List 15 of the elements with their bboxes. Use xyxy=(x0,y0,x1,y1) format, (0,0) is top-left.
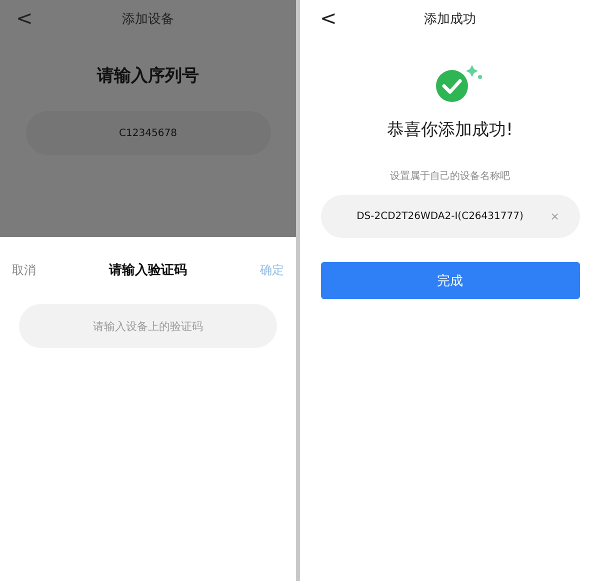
sheet-title: 请输入验证码 xyxy=(109,262,187,279)
code-field[interactable]: 请输入设备上的验证码 xyxy=(19,304,277,348)
device-name-field[interactable]: DS-2CD2T26WDA2-I(C26431777) × xyxy=(320,195,580,238)
screen-title: 添加成功 xyxy=(424,11,476,28)
back-button[interactable]: < xyxy=(16,6,33,30)
done-button[interactable]: 完成 xyxy=(320,262,580,299)
clear-button[interactable]: × xyxy=(550,210,560,223)
success-heading: 恭喜你添加成功! xyxy=(387,119,513,141)
heading: 请输入序列号 xyxy=(97,65,199,87)
confirm-link[interactable]: 确定 xyxy=(260,262,284,278)
screen-title: 添加设备 xyxy=(122,11,174,28)
cancel-link[interactable]: 取消 xyxy=(12,262,36,278)
hint-text: 设置属于自己的设备名称吧 xyxy=(390,170,510,183)
serial-field[interactable]: C12345678 xyxy=(26,111,270,155)
back-button[interactable]: < xyxy=(320,6,337,30)
